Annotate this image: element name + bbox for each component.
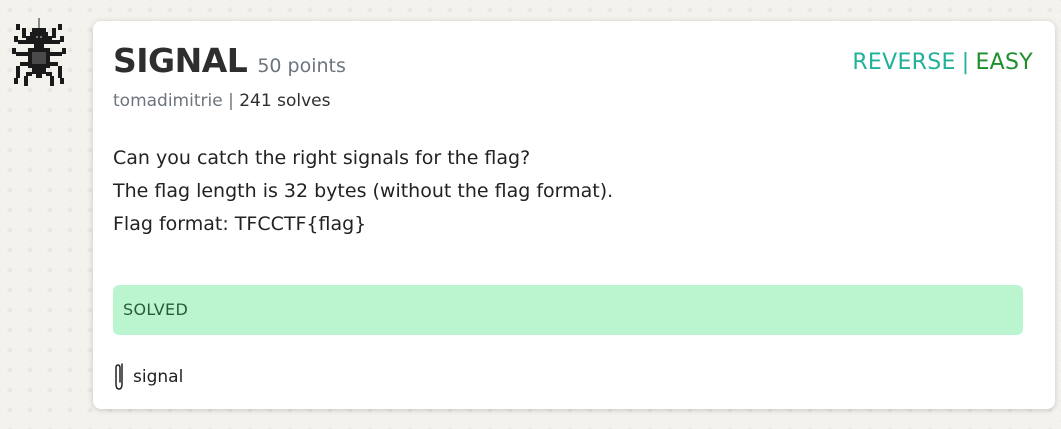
category-name: REVERSE [852,50,956,75]
description-line: Flag format: TFCCTF{flag} [113,213,367,235]
solved-status-banner: SOLVED [113,285,1023,335]
challenge-points: 50 points [257,55,346,77]
description-line: The flag length is 32 bytes (without the… [113,180,614,202]
meta-separator: | [228,91,234,111]
description-line: Can you catch the right signals for the … [113,147,531,169]
category-separator: | [961,50,970,75]
challenge-meta: tomadimitrie | 241 solves [113,91,330,111]
solves-count: 241 solves [239,91,331,111]
challenge-header: SIGNAL 50 points [113,41,346,80]
category-label: REVERSE | EASY [852,50,1033,75]
attachment-link[interactable]: signal [113,362,183,392]
spider-icon [12,18,66,86]
challenge-description: Can you catch the right signals for the … [113,142,613,241]
difficulty-name: EASY [975,50,1033,75]
challenge-title: SIGNAL [113,41,248,80]
author-name: tomadimitrie [113,91,223,111]
attachment-filename: signal [133,367,184,387]
paperclip-icon [115,363,123,390]
challenge-card[interactable]: SIGNAL 50 points REVERSE | EASY tomadimitr… [93,21,1055,409]
